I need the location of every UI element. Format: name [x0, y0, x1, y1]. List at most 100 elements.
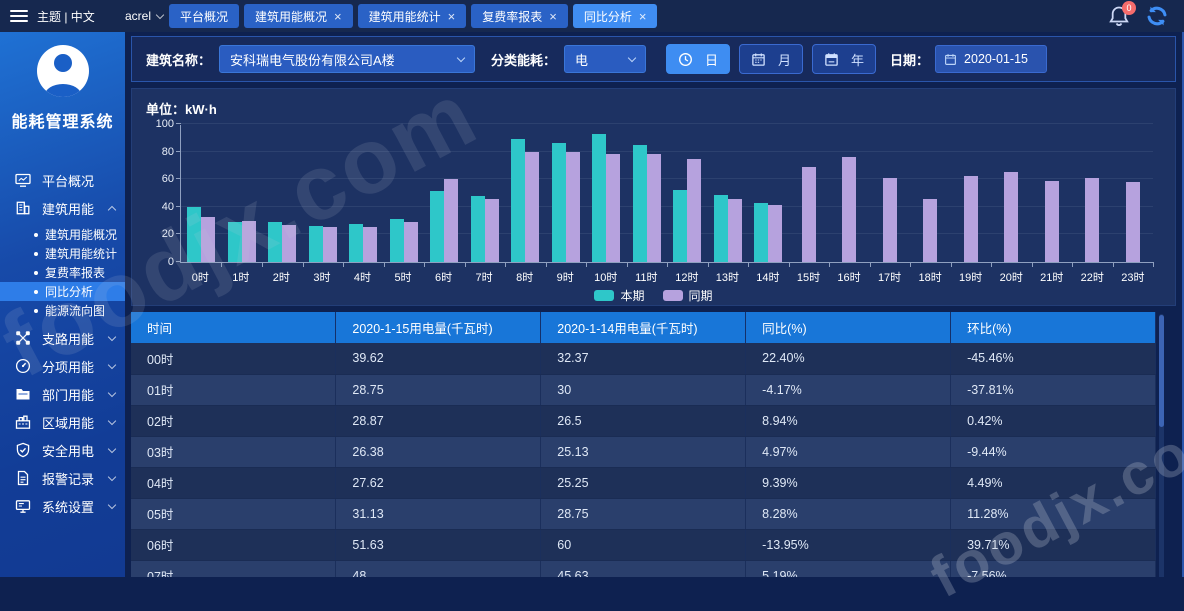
sidebar-item-4[interactable]: 分项用能	[0, 352, 125, 380]
bar-同期-21时[interactable]	[1045, 181, 1059, 262]
sidebar-item-7[interactable]: 安全用电	[0, 436, 125, 464]
sidebar-item-3[interactable]: 支路用能	[0, 324, 125, 352]
sidebar-subitem-label: 同比分析	[45, 283, 93, 300]
table-row-05时[interactable]: 05时31.1328.758.28%11.28%	[131, 498, 1156, 529]
table-row-00时[interactable]: 00时39.6232.3722.40%-45.46%	[131, 343, 1156, 374]
bar-同期-10时[interactable]	[606, 154, 620, 262]
x-axis-label: 4时	[342, 269, 383, 285]
filter-bar: 建筑名称： 安科瑞电气股份有限公司A楼 分类能耗： 电 日月年 日期： 2020…	[131, 36, 1176, 82]
table-row-03时[interactable]: 03时26.3825.134.97%-9.44%	[131, 436, 1156, 467]
bar-本期-8时[interactable]	[511, 139, 525, 262]
bar-同期-12时[interactable]	[687, 159, 701, 263]
calendar-year-icon	[824, 52, 839, 67]
bar-本期-3时[interactable]	[309, 226, 323, 262]
notification-bell-icon[interactable]: 0	[1108, 5, 1130, 27]
y-axis-label: 20	[162, 228, 174, 240]
sidebar-subitem-5[interactable]: 能源流向图	[0, 301, 125, 320]
bar-同期-5时[interactable]	[404, 222, 418, 262]
bar-本期-7时[interactable]	[471, 196, 485, 262]
y-axis-label: 0	[168, 256, 174, 268]
sidebar-item-8[interactable]: 报警记录	[0, 464, 125, 492]
bar-同期-15时[interactable]	[802, 167, 816, 262]
bar-本期-14时[interactable]	[754, 203, 768, 262]
bar-同期-14时[interactable]	[768, 205, 782, 262]
bar-本期-6时[interactable]	[430, 191, 444, 262]
table-cell: 07时	[131, 560, 336, 577]
bar-同期-3时[interactable]	[323, 227, 337, 262]
bar-同期-23时[interactable]	[1126, 182, 1140, 262]
table-row-06时[interactable]: 06时51.6360-13.95%39.71%	[131, 529, 1156, 560]
sidebar-item-1[interactable]: 平台概况	[0, 166, 125, 194]
bar-同期-2时[interactable]	[282, 225, 296, 262]
bar-同期-0时[interactable]	[201, 217, 215, 262]
bar-同期-20时[interactable]	[1004, 172, 1018, 262]
table-row-02时[interactable]: 02时28.8726.58.94%0.42%	[131, 405, 1156, 436]
bar-同期-7时[interactable]	[485, 199, 499, 262]
bar-同期-16时[interactable]	[842, 157, 856, 262]
sidebar-item-6[interactable]: 区域用能	[0, 408, 125, 436]
clock-icon	[678, 52, 693, 67]
bar-本期-2时[interactable]	[268, 222, 282, 262]
bar-同期-18时[interactable]	[923, 199, 937, 263]
tab-4[interactable]: 复费率报表×	[471, 4, 568, 28]
bar-本期-1时[interactable]	[228, 222, 242, 262]
bar-本期-4时[interactable]	[349, 224, 363, 262]
tab-close-icon[interactable]: ×	[448, 10, 456, 23]
sidebar-subitem-4[interactable]: 同比分析	[0, 282, 125, 301]
bar-同期-19时[interactable]	[964, 176, 978, 262]
bar-本期-5时[interactable]	[390, 219, 404, 262]
tab-close-icon[interactable]: ×	[639, 10, 647, 23]
legend-item-本期[interactable]: 本期	[594, 287, 644, 304]
bar-本期-0时[interactable]	[187, 207, 201, 262]
refresh-icon[interactable]	[1146, 5, 1168, 27]
bar-同期-8时[interactable]	[525, 152, 539, 262]
bar-本期-11时[interactable]	[633, 145, 647, 262]
sidebar-item-9[interactable]: 系统设置	[0, 492, 125, 520]
period-button-2[interactable]: 月	[739, 44, 803, 74]
sidebar-subitem-1[interactable]: 建筑用能概况	[0, 225, 125, 244]
user-menu[interactable]: acrel	[125, 9, 163, 23]
bar-同期-4时[interactable]	[363, 227, 377, 262]
bar-同期-11时[interactable]	[647, 154, 661, 262]
bar-本期-9时[interactable]	[552, 143, 566, 262]
bullet-icon	[34, 309, 38, 313]
tab-2[interactable]: 建筑用能概况×	[244, 4, 353, 28]
table-row-04时[interactable]: 04时27.6225.259.39%4.49%	[131, 467, 1156, 498]
x-axis-tick	[221, 262, 222, 267]
table-row-01时[interactable]: 01时28.7530-4.17%-37.81%	[131, 374, 1156, 405]
bar-同期-9时[interactable]	[566, 152, 580, 262]
chevron-down-icon	[108, 500, 116, 508]
sidebar-subitem-3[interactable]: 复费率报表	[0, 263, 125, 282]
theme-language-switcher[interactable]: 主题 | 中文	[37, 8, 95, 25]
column-header: 2020-1-14用电量(千瓦时)	[541, 312, 746, 343]
table-scrollbar[interactable]	[1159, 314, 1164, 577]
bar-同期-6时[interactable]	[444, 179, 458, 262]
bar-同期-13时[interactable]	[728, 199, 742, 263]
bar-本期-12时[interactable]	[673, 190, 687, 262]
bar-本期-13时[interactable]	[714, 195, 728, 262]
bar-group-20时	[991, 125, 1032, 262]
period-button-1[interactable]: 日	[666, 44, 730, 74]
tab-close-icon[interactable]: ×	[549, 10, 557, 23]
avatar[interactable]	[37, 45, 89, 97]
building-select[interactable]: 安科瑞电气股份有限公司A楼	[219, 45, 475, 73]
sidebar-item-2[interactable]: 建筑用能	[0, 194, 125, 222]
bar-同期-17时[interactable]	[883, 178, 897, 262]
tab-close-icon[interactable]: ×	[334, 10, 342, 23]
scrollbar-thumb[interactable]	[1159, 315, 1164, 427]
sidebar-item-5[interactable]: 部门用能	[0, 380, 125, 408]
tab-1[interactable]: 平台概况	[169, 4, 239, 28]
bar-同期-22时[interactable]	[1085, 178, 1099, 262]
bar-group-17时	[870, 125, 911, 262]
legend-item-同期[interactable]: 同期	[663, 287, 713, 304]
period-button-3[interactable]: 年	[812, 44, 876, 74]
tab-5[interactable]: 同比分析×	[573, 4, 658, 28]
tab-3[interactable]: 建筑用能统计×	[358, 4, 467, 28]
table-row-07时[interactable]: 07时4845.635.19%-7.56%	[131, 560, 1156, 577]
date-input[interactable]: 2020-01-15	[935, 45, 1047, 73]
bar-同期-1时[interactable]	[242, 221, 256, 262]
sidebar-subitem-2[interactable]: 建筑用能统计	[0, 244, 125, 263]
bar-本期-10时[interactable]	[592, 134, 606, 262]
energy-type-select[interactable]: 电	[564, 45, 646, 73]
hamburger-menu-icon[interactable]	[10, 10, 28, 22]
